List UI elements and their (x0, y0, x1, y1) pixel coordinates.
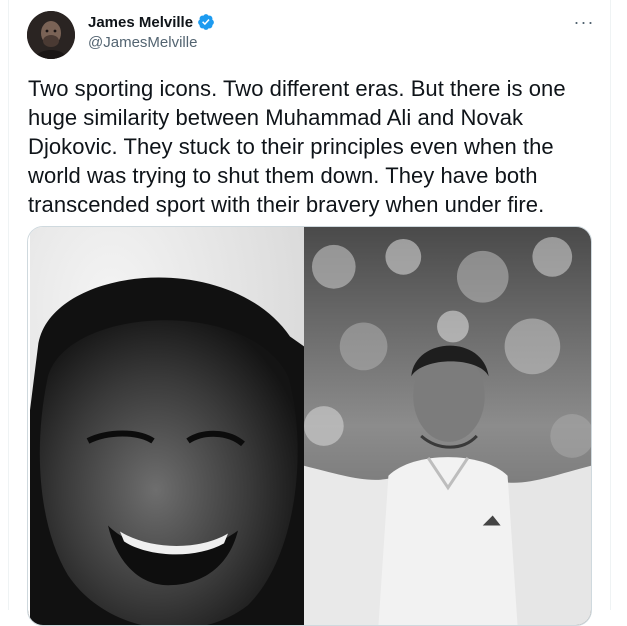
tennis-player-image (304, 227, 591, 625)
tweet-media[interactable] (27, 226, 592, 626)
boxer-photo[interactable] (28, 227, 304, 625)
verified-badge-icon (198, 14, 214, 30)
more-options-icon[interactable]: ··· (572, 12, 596, 32)
author-name-row: James Melville (88, 12, 215, 32)
boxer-portrait-image (28, 227, 304, 625)
author-avatar[interactable] (27, 11, 75, 59)
profile-avatar-icon (27, 11, 75, 59)
author-handle[interactable]: @JamesMelville (88, 34, 197, 51)
tweet-text: Two sporting icons. Two different eras. … (28, 76, 566, 217)
author-name[interactable]: James Melville (88, 14, 193, 31)
tennis-player-photo[interactable] (304, 227, 591, 625)
